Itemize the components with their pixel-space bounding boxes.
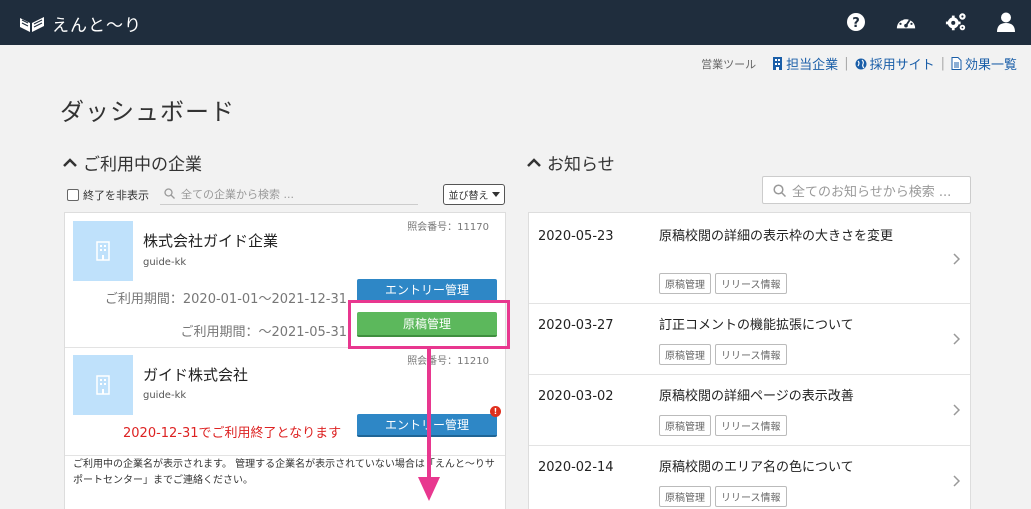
companies-section-title: ご利用中の企業 [83,155,202,175]
notice-item[interactable]: 2020-03-27 訂正コメントの機能拡張について 原稿管理 リリース情報 [529,304,970,375]
sort-button[interactable]: 並び替え [443,184,505,205]
globe-icon [855,58,867,69]
caret-down-icon [491,192,500,197]
notices-section-title: お知らせ [547,155,615,175]
notice-list: 2020-05-23 原稿校閲の詳細の表示枠の大きさを変更 原稿管理 リリース情… [528,212,971,509]
chevron-up-icon [527,157,541,167]
utility-links: 営業ツール 担当企業 | 採用サイト | 効果一覧 [701,54,1017,73]
tag-badge: リリース情報 [715,486,787,507]
hide-ended-checkbox[interactable]: 終了を非表示 [67,187,149,203]
notice-title: 原稿校閲の詳細の表示枠の大きさを変更 [659,229,894,244]
settings-gears-icon[interactable] [945,10,967,34]
app-logo[interactable]: えんと〜り [18,11,142,36]
chevron-up-icon [63,157,77,167]
top-navbar: えんと〜り ? [0,0,1031,45]
search-icon [773,183,786,197]
usage-period: ご利用期間：2020-01-01〜2021-12-31 [104,292,347,307]
annotation-arrow-icon [418,349,440,501]
help-icon[interactable]: ? [845,10,867,34]
usage-period: ご利用期間：〜2021-05-31 [180,325,347,340]
chevron-right-icon [953,475,960,487]
tag-badge: リリース情報 [715,273,787,294]
company-name[interactable]: ガイド株式会社 [143,364,248,385]
logo-icon [20,16,44,32]
tag-badge: 原稿管理 [659,273,711,294]
company-search-input[interactable]: 全ての企業から検索 ... [160,183,418,205]
company-id: guide-kk [143,390,187,401]
building-icon [96,375,110,395]
svg-text:?: ? [852,16,860,31]
tag-badge: 原稿管理 [659,344,711,365]
document-icon [951,57,962,70]
effect-list-link[interactable]: 効果一覧 [951,54,1017,73]
company-id: guide-kk [143,257,187,268]
checkbox-box[interactable] [67,189,79,201]
search-icon [164,188,175,199]
building-icon [96,241,110,261]
service-end-notice: 2020-12-31でご利用終了となります [123,426,342,441]
notice-item[interactable]: 2020-05-23 原稿校閲の詳細の表示枠の大きさを変更 原稿管理 リリース情… [529,213,970,304]
page-title: ダッシュボード [60,98,235,126]
reference-number: 照会番号：11170 [407,222,489,233]
dashboard-gauge-icon[interactable] [895,10,917,34]
company-name[interactable]: 株式会社ガイド企業 [143,230,278,251]
company-thumbnail [73,221,133,281]
user-icon[interactable] [995,10,1017,34]
tag-badge: リリース情報 [715,344,787,365]
notice-search-placeholder: 全てのお知らせから検索 ... [792,184,952,200]
notice-title: 訂正コメントの機能拡張について [659,318,854,333]
sales-tool-label: 営業ツール [701,57,757,71]
notice-date: 2020-03-02 [538,389,614,404]
notice-date: 2020-02-14 [538,460,614,475]
chevron-right-icon [953,333,960,345]
companies-section-header[interactable]: ご利用中の企業 [63,150,202,175]
annotation-highlight-box [348,300,510,349]
company-thumbnail [73,355,133,415]
notice-title: 原稿校閲のエリア名の色について [659,460,854,475]
tag-badge: 原稿管理 [659,486,711,507]
notice-title: 原稿校閲の詳細ページの表示改善 [659,389,854,404]
app-title: えんと〜り [52,16,142,36]
tag-badge: 原稿管理 [659,415,711,436]
hide-ended-label: 終了を非表示 [83,189,149,202]
recruitment-site-link[interactable]: 採用サイト [855,54,935,73]
notice-item[interactable]: 2020-03-02 原稿校閲の詳細ページの表示改善 原稿管理 リリース情報 [529,375,970,446]
entry-management-button[interactable]: エントリー管理 [357,279,497,302]
notice-date: 2020-05-23 [538,229,614,244]
building-icon [773,57,783,70]
alert-badge: ! [490,406,501,417]
notices-section-header[interactable]: お知らせ [527,150,615,175]
chevron-right-icon [953,404,960,416]
tag-badge: リリース情報 [715,415,787,436]
notice-search-input[interactable]: 全てのお知らせから検索 ... [762,176,971,204]
chevron-right-icon [953,253,960,265]
notice-item[interactable]: 2020-02-14 原稿校閲のエリア名の色について 原稿管理 リリース情報 [529,446,970,509]
company-search-placeholder: 全ての企業から検索 ... [181,187,294,201]
notice-date: 2020-03-27 [538,318,614,333]
assigned-companies-link[interactable]: 担当企業 [772,54,838,73]
